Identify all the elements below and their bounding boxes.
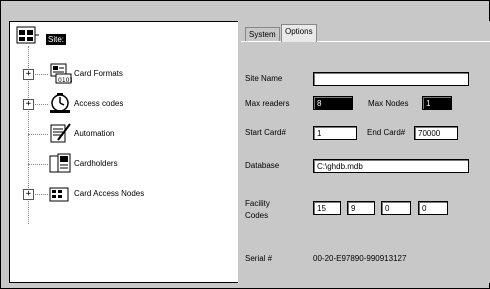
start-card-field[interactable]: 1 bbox=[313, 126, 357, 140]
site-name-label: Site Name bbox=[245, 74, 283, 83]
max-nodes-label: Max Nodes bbox=[368, 99, 409, 108]
tree-item-access-codes[interactable]: Access codes bbox=[74, 99, 123, 108]
expand-icon[interactable]: + bbox=[23, 99, 34, 110]
facility-code-field-3[interactable]: 0 bbox=[381, 201, 411, 215]
max-readers-field[interactable]: 8 bbox=[313, 96, 353, 110]
access-codes-icon bbox=[48, 92, 72, 114]
end-card-label: End Card# bbox=[367, 128, 406, 137]
app-window: Site: + 0101 Card Formats + Access codes… bbox=[0, 0, 490, 289]
start-card-label: Start Card# bbox=[245, 128, 286, 137]
cardholders-icon bbox=[48, 152, 72, 174]
title-strip bbox=[5, 5, 486, 11]
properties-pane: System Options Site Name Max readers 8 M… bbox=[241, 21, 490, 283]
card-access-nodes-icon bbox=[48, 184, 72, 206]
tree-connector bbox=[28, 134, 48, 135]
tree-view[interactable]: Site: + 0101 Card Formats + Access codes… bbox=[9, 21, 239, 283]
tab-options[interactable]: Options bbox=[281, 24, 317, 42]
tree-item-automation[interactable]: Automation bbox=[74, 129, 114, 138]
automation-icon bbox=[48, 122, 72, 144]
site-name-field[interactable] bbox=[313, 72, 469, 86]
database-field[interactable]: C:\ghdb.mdb bbox=[313, 159, 469, 173]
tree-root-label[interactable]: Site: bbox=[46, 34, 67, 45]
end-card-field[interactable]: 70000 bbox=[414, 126, 458, 140]
expand-icon[interactable]: + bbox=[23, 69, 34, 80]
facility-code-field-2[interactable]: 9 bbox=[347, 201, 375, 215]
expand-icon[interactable]: + bbox=[23, 189, 34, 200]
facility-code-field-1[interactable]: 15 bbox=[313, 201, 341, 215]
tree-connector bbox=[28, 164, 48, 165]
database-label: Database bbox=[245, 161, 280, 170]
serial-label: Serial # bbox=[245, 254, 273, 263]
svg-text:0101: 0101 bbox=[58, 77, 72, 84]
card-formats-icon: 0101 bbox=[48, 62, 73, 84]
tab-divider bbox=[241, 41, 490, 42]
facility-codes-label-line1: Facility bbox=[245, 199, 270, 208]
max-readers-label: Max readers bbox=[245, 99, 290, 108]
serial-value: 00-20-E97890-990913127 bbox=[313, 254, 407, 263]
tab-system[interactable]: System bbox=[245, 27, 280, 42]
tree-item-card-formats[interactable]: Card Formats bbox=[74, 69, 123, 78]
site-icon bbox=[16, 25, 40, 47]
facility-code-field-4[interactable]: 0 bbox=[418, 201, 448, 215]
max-nodes-field[interactable]: 1 bbox=[422, 96, 452, 110]
facility-codes-label-line2: Codes bbox=[245, 211, 269, 220]
tree-item-cardholders[interactable]: Cardholders bbox=[74, 159, 118, 168]
tree-item-card-access-nodes[interactable]: Card Access Nodes bbox=[74, 189, 144, 198]
